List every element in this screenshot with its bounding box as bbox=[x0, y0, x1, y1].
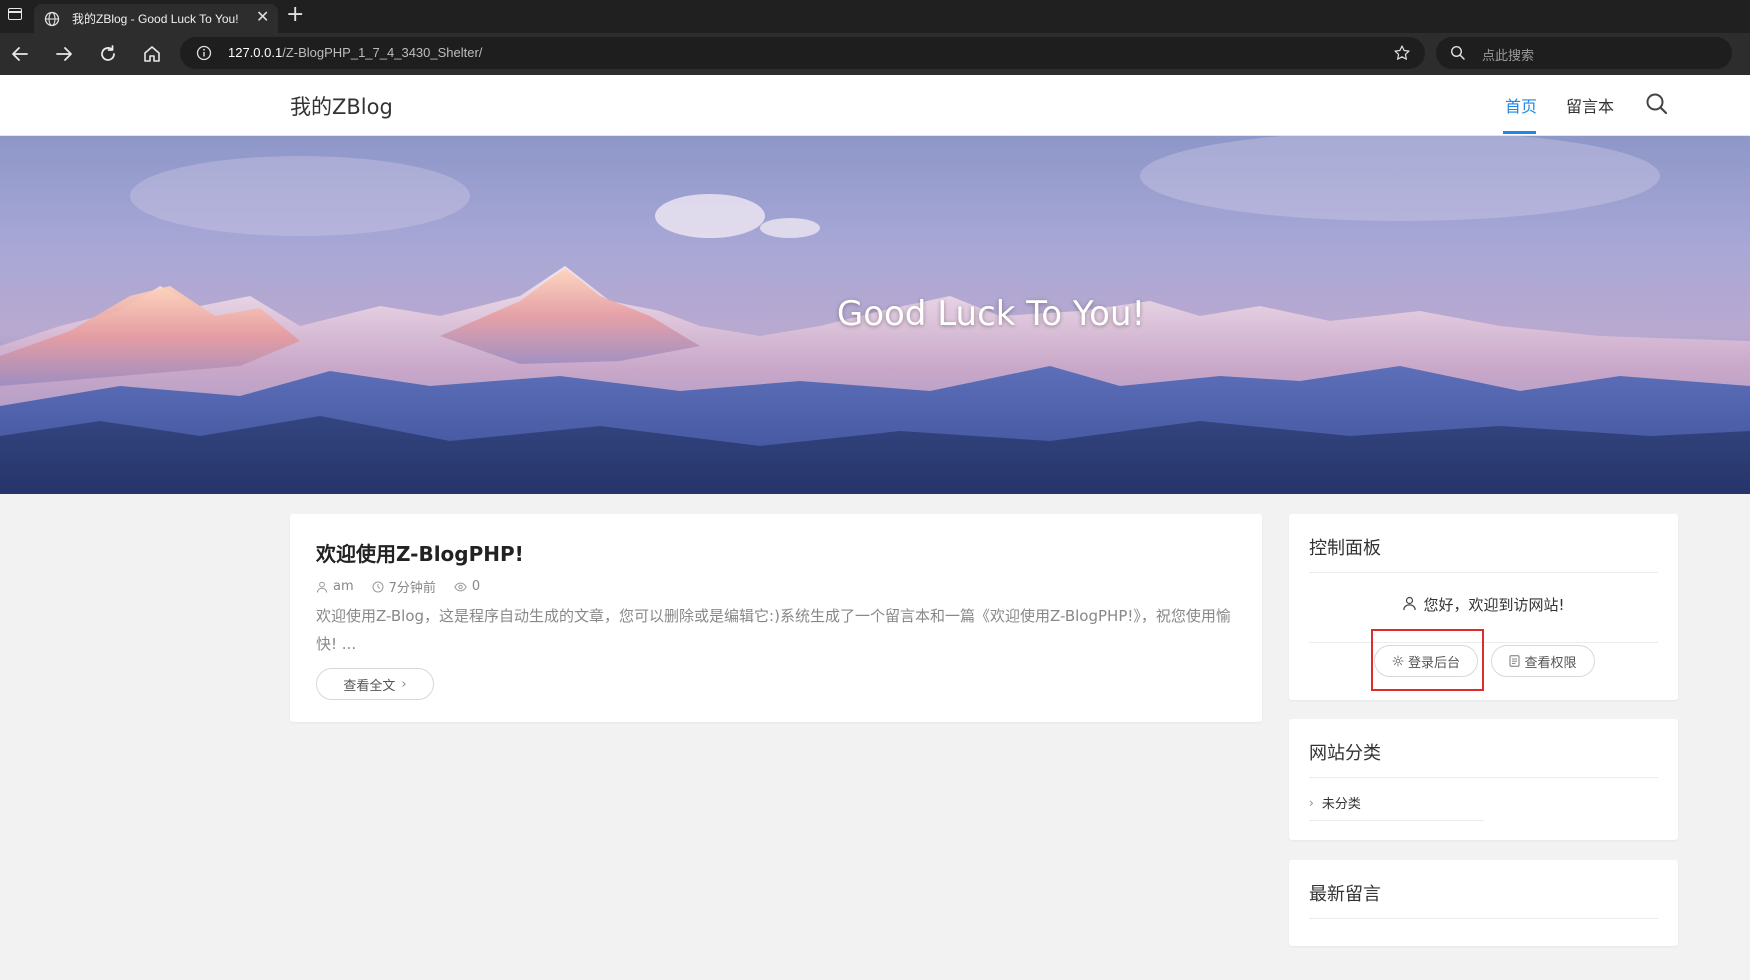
new-tab-button[interactable]: + bbox=[286, 2, 304, 28]
post-author-name: am bbox=[333, 579, 354, 594]
post-time: 7分钟前 bbox=[372, 577, 436, 596]
clock-icon bbox=[372, 581, 384, 592]
post-meta: am 7分钟前 0 bbox=[316, 577, 498, 596]
chevron-right-icon: › bbox=[1309, 795, 1314, 810]
refresh-icon[interactable] bbox=[97, 43, 119, 65]
forward-icon[interactable] bbox=[53, 43, 75, 65]
latest-comments-card: 最新留言 bbox=[1289, 860, 1678, 946]
categories-title: 网站分类 bbox=[1309, 739, 1658, 778]
control-panel-title: 控制面板 bbox=[1309, 534, 1658, 573]
close-icon[interactable]: ✕ bbox=[256, 7, 269, 26]
tab-title: 我的ZBlog - Good Luck To You! bbox=[72, 12, 239, 26]
search-placeholder: 点此搜索 bbox=[1482, 49, 1535, 64]
address-bar[interactable]: 127.0.0.1/Z-BlogPHP_1_7_4_3430_Shelter/ bbox=[180, 37, 1425, 69]
home-icon[interactable] bbox=[141, 43, 163, 65]
browser-tab-bar: 我的ZBlog - Good Luck To You! ✕ + bbox=[0, 0, 1750, 33]
control-panel-card: 控制面板 您好，欢迎到访网站! 登录后台 查看权限 bbox=[1289, 514, 1678, 700]
eye-icon bbox=[454, 582, 467, 591]
document-icon bbox=[1509, 655, 1520, 667]
back-icon[interactable] bbox=[9, 43, 31, 65]
search-icon[interactable] bbox=[1645, 92, 1669, 116]
view-permissions-label: 查看权限 bbox=[1524, 655, 1577, 671]
latest-comments-title: 最新留言 bbox=[1309, 880, 1658, 919]
globe-icon bbox=[44, 11, 60, 27]
welcome-text: 您好，欢迎到访网站! bbox=[1423, 596, 1565, 614]
post-author[interactable]: am bbox=[316, 579, 354, 594]
read-more-label: 查看全文 bbox=[343, 678, 396, 694]
browser-toolbar: 127.0.0.1/Z-BlogPHP_1_7_4_3430_Shelter/ … bbox=[0, 33, 1750, 75]
post-time-value: 7分钟前 bbox=[388, 581, 436, 596]
site-header: 我的ZBlog 首页 留言本 bbox=[0, 75, 1750, 136]
site-title[interactable]: 我的ZBlog bbox=[290, 91, 393, 121]
info-icon[interactable] bbox=[196, 45, 212, 61]
browser-tab[interactable]: 我的ZBlog - Good Luck To You! ✕ bbox=[34, 4, 278, 33]
hero-banner: Good Luck To You! bbox=[0, 136, 1750, 494]
category-label: 未分类 bbox=[1321, 797, 1361, 812]
category-item-uncategorized[interactable]: › 未分类 bbox=[1309, 793, 1484, 821]
post-title[interactable]: 欢迎使用Z-BlogPHP! bbox=[316, 538, 524, 567]
star-icon[interactable] bbox=[1393, 44, 1411, 62]
post-excerpt: 欢迎使用Z-Blog，这是程序自动生成的文章，您可以删除或是编辑它:)系统生成了… bbox=[316, 607, 1231, 653]
active-nav-indicator bbox=[1503, 131, 1536, 134]
post-card: 欢迎使用Z-BlogPHP! am 7分钟前 0 欢迎使用Z-Blog，这是程序… bbox=[290, 514, 1262, 722]
highlight-annotation-box bbox=[1371, 629, 1484, 691]
categories-card: 网站分类 › 未分类 bbox=[1289, 719, 1678, 840]
address-url: 127.0.0.1/Z-BlogPHP_1_7_4_3430_Shelter/ bbox=[228, 45, 483, 60]
chevron-right-icon: › bbox=[401, 676, 407, 692]
user-icon bbox=[317, 581, 327, 593]
browser-search-bar[interactable]: 点此搜索 bbox=[1436, 37, 1732, 69]
nav-guestbook[interactable]: 留言本 bbox=[1566, 93, 1614, 117]
tab-actions-icon[interactable] bbox=[8, 8, 22, 20]
nav-home[interactable]: 首页 bbox=[1505, 93, 1537, 117]
user-icon bbox=[1403, 596, 1417, 611]
read-more-button[interactable]: 查看全文 › bbox=[316, 668, 434, 700]
post-views: 0 bbox=[454, 579, 480, 594]
hero-tagline: Good Luck To You! bbox=[836, 294, 1146, 334]
post-views-count: 0 bbox=[471, 579, 481, 594]
view-permissions-button[interactable]: 查看权限 bbox=[1491, 645, 1595, 677]
search-icon bbox=[1450, 45, 1465, 60]
